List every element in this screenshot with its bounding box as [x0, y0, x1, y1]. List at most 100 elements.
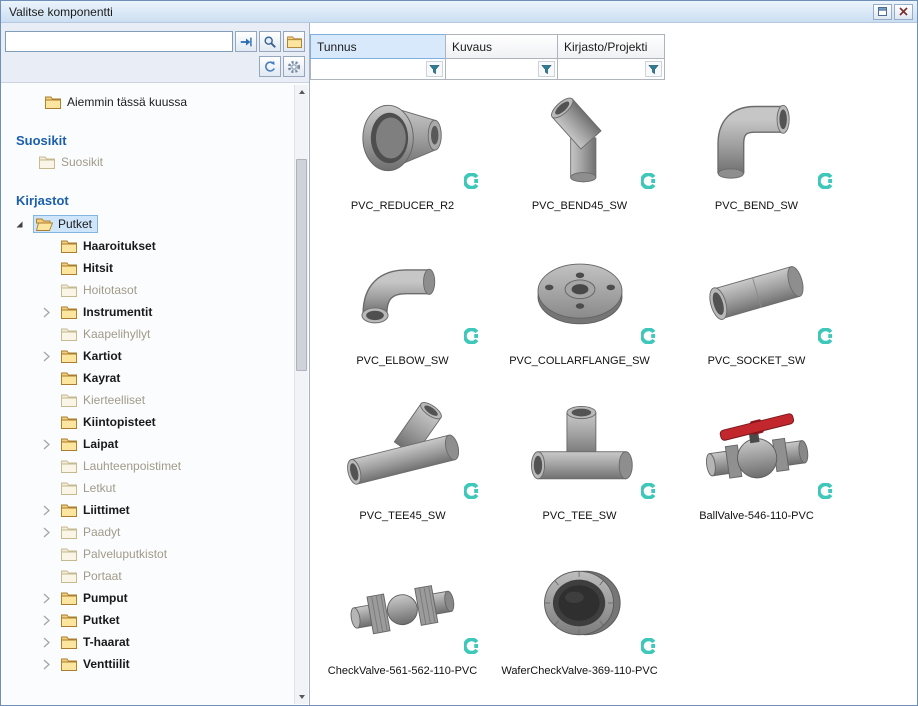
arrow-enter-icon	[239, 35, 253, 49]
scroll-down-button[interactable]	[295, 690, 308, 704]
window-dock-icon	[878, 7, 887, 16]
folder-icon	[61, 658, 78, 671]
tree-scrollbar[interactable]	[294, 85, 308, 704]
tree-item-haaroitukset[interactable]: Haaroitukset	[1, 235, 293, 257]
tree-item-label: Aiemmin tässä kuussa	[67, 95, 187, 109]
search-button[interactable]	[259, 31, 281, 52]
settings-button[interactable]	[283, 56, 305, 77]
tree-item-label: Pumput	[83, 591, 128, 605]
tree-item-recent-month[interactable]: Aiemmin tässä kuussa	[1, 91, 293, 113]
column-header-label: Tunnus	[317, 40, 357, 54]
chevron-collapsed-icon[interactable]	[43, 527, 61, 538]
scrollbar-thumb[interactable]	[296, 159, 307, 371]
component-checkvalve-561-562-110-pvc[interactable]: CheckValve-561-562-110-PVC	[314, 550, 491, 705]
tree-item-hoitotasot[interactable]: Hoitotasot	[1, 279, 293, 301]
chevron-collapsed-icon[interactable]	[43, 505, 61, 516]
chevron-collapsed-icon[interactable]	[43, 593, 61, 604]
tree-item-portaat[interactable]: Portaat	[1, 565, 293, 587]
component-pvc-tee45-sw[interactable]: PVC_TEE45_SW	[314, 395, 491, 550]
component-picker-window: Valitse komponentti	[0, 0, 918, 706]
close-button[interactable]	[894, 4, 913, 20]
folder-icon	[61, 394, 78, 407]
tree-item-label: Kiintopisteet	[83, 415, 156, 429]
folder-icon	[61, 262, 78, 275]
component-pvc-socket-sw[interactable]: PVC_SOCKET_SW	[668, 240, 845, 395]
elbow-icon	[347, 245, 459, 341]
component-pvc-bend-sw[interactable]: PVC_BEND_SW	[668, 85, 845, 240]
tree-item-palveluputkistot[interactable]: Palveluputkistot	[1, 543, 293, 565]
tree-item-kiintopisteet[interactable]: Kiintopisteet	[1, 411, 293, 433]
checkvalve-icon	[347, 555, 459, 651]
filter-funnel-icon[interactable]	[538, 61, 555, 77]
chevron-collapsed-icon[interactable]	[43, 439, 61, 450]
tree-item-kaapelihyllyt[interactable]: Kaapelihyllyt	[1, 323, 293, 345]
component-label: PVC_BEND_SW	[650, 200, 863, 212]
chevron-collapsed-icon[interactable]	[43, 307, 61, 318]
cads-logo-icon	[818, 483, 834, 499]
cads-logo-icon	[464, 328, 480, 344]
chevron-expanded-icon[interactable]	[15, 220, 33, 229]
tree-item-label: Suosikit	[61, 155, 103, 169]
chevron-collapsed-icon[interactable]	[43, 615, 61, 626]
tree-item-instrumentit[interactable]: Instrumentit	[1, 301, 293, 323]
component-wafercheckvalve-369-110-pvc[interactable]: WaferCheckValve-369-110-PVC	[491, 550, 668, 705]
filter-tunnus[interactable]	[310, 59, 446, 80]
tree-item-putket-root[interactable]: Putket	[1, 213, 293, 235]
scroll-up-button[interactable]	[295, 85, 308, 99]
filter-funnel-icon[interactable]	[645, 61, 662, 77]
tree-item-label: Kayrat	[83, 371, 120, 385]
tree-item-t-haarat[interactable]: T-haarat	[1, 631, 293, 653]
tree-item-label: Venttiilit	[83, 657, 130, 671]
tree-item-kierteelliset[interactable]: Kierteelliset	[1, 389, 293, 411]
column-header-kuvaus[interactable]: Kuvaus	[445, 34, 558, 59]
cads-logo-icon	[641, 483, 657, 499]
favorites-section-header: Suosikit	[1, 129, 293, 151]
tree-item-putket[interactable]: Putket	[1, 609, 293, 631]
window-title: Valitse komponentti	[9, 5, 871, 19]
folder-icon	[61, 416, 78, 429]
tree-item-hitsit[interactable]: Hitsit	[1, 257, 293, 279]
gear-icon	[287, 60, 301, 74]
close-icon	[899, 7, 908, 16]
tree-item-kayrat[interactable]: Kayrat	[1, 367, 293, 389]
tree-item-label: Paadyt	[83, 525, 120, 539]
component-pvc-bend45-sw[interactable]: PVC_BEND45_SW	[491, 85, 668, 240]
tree-item-lauhteenpoistimet[interactable]: Lauhteenpoistimet	[1, 455, 293, 477]
search-input[interactable]	[5, 31, 233, 52]
component-pvc-elbow-sw[interactable]: PVC_ELBOW_SW	[314, 240, 491, 395]
browse-folder-button[interactable]	[283, 31, 305, 52]
component-pvc-collarflange-sw[interactable]: PVC_COLLARFLANGE_SW	[491, 240, 668, 395]
tree-item-venttiilit[interactable]: Venttiilit	[1, 653, 293, 675]
column-header-kirjasto-projekti[interactable]: Kirjasto/Projekti	[557, 34, 665, 59]
component-ballvalve-546-110-pvc[interactable]: BallValve-546-110-PVC	[668, 395, 845, 550]
tree-item-liittimet[interactable]: Liittimet	[1, 499, 293, 521]
tee-icon	[524, 400, 636, 496]
component-pvc-tee-sw[interactable]: PVC_TEE_SW	[491, 395, 668, 550]
open-folder-icon	[36, 218, 53, 231]
chevron-collapsed-icon[interactable]	[43, 351, 61, 362]
filter-kuvaus[interactable]	[445, 59, 558, 80]
tree-item-suosikit[interactable]: Suosikit	[1, 151, 293, 173]
tree-item-kartiot[interactable]: Kartiot	[1, 345, 293, 367]
component-pvc-reducer-r2[interactable]: PVC_REDUCER_R2	[314, 85, 491, 240]
search-toolbar	[1, 23, 309, 83]
refresh-button[interactable]	[259, 56, 281, 77]
component-label: BallValve-546-110-PVC	[650, 510, 863, 522]
tree-item-letkut[interactable]: Letkut	[1, 477, 293, 499]
folder-icon	[61, 526, 78, 539]
folder-icon	[61, 482, 78, 495]
filter-kirjasto-projekti[interactable]	[557, 59, 665, 80]
tree-item-label: Hitsit	[83, 261, 113, 275]
component-grid: PVC_REDUCER_R2PVC_BEND45_SWPVC_BEND_SWPV…	[310, 85, 917, 705]
tree-item-laipat[interactable]: Laipat	[1, 433, 293, 455]
chevron-collapsed-icon[interactable]	[43, 637, 61, 648]
tree-item-pumput[interactable]: Pumput	[1, 587, 293, 609]
column-header-tunnus[interactable]: Tunnus	[310, 34, 446, 59]
go-button[interactable]	[235, 31, 257, 52]
dock-window-button[interactable]	[873, 4, 892, 20]
left-pane: Aiemmin tässä kuussa Suosikit Suosikit K…	[1, 23, 310, 705]
filter-funnel-icon[interactable]	[426, 61, 443, 77]
search-icon	[263, 35, 277, 49]
chevron-collapsed-icon[interactable]	[43, 659, 61, 670]
tree-item-paadyt[interactable]: Paadyt	[1, 521, 293, 543]
